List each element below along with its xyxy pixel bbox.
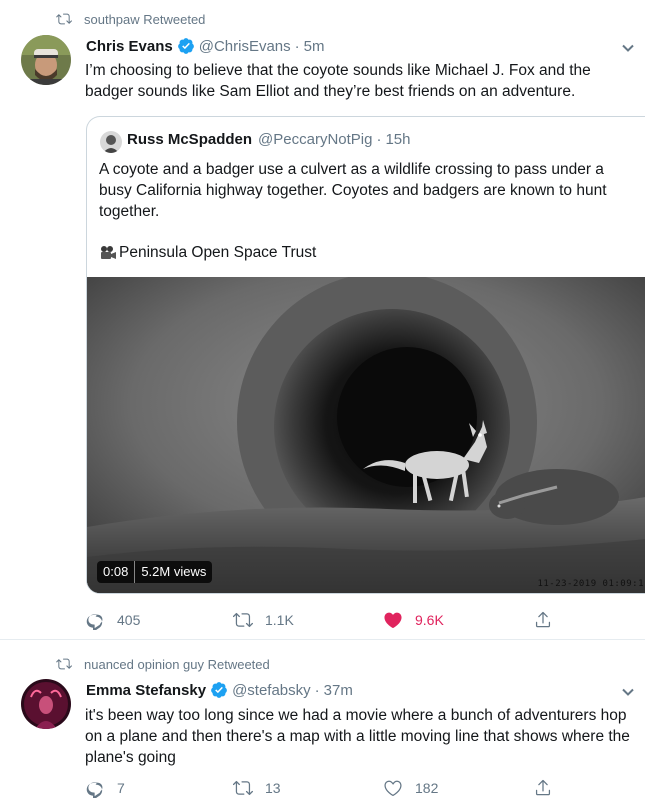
- retweet-button[interactable]: 1.1K: [233, 610, 294, 630]
- quoted-tweet[interactable]: Russ McSpadden @PeccaryNotPig · 15h A co…: [86, 116, 645, 594]
- quoted-author-handle: @PeccaryNotPig: [258, 131, 373, 148]
- separator-dot: ·: [376, 131, 382, 148]
- reply-count: 405: [117, 612, 141, 628]
- retweet-icon: [233, 780, 253, 796]
- retweet-count: 1.1K: [265, 612, 294, 628]
- tweet-emma-stefansky[interactable]: nuanced opinion guy Retweeted Emma Stefa…: [0, 641, 645, 809]
- like-count: 182: [415, 780, 439, 796]
- tweet-actions: 405 1.1K 9.6K: [85, 610, 565, 632]
- retweet-icon: [56, 658, 72, 670]
- tweet-chris-evans[interactable]: southpaw Retweeted Chris Evans @ChrisEva…: [0, 0, 645, 640]
- quoted-avatar-image: [100, 131, 122, 153]
- tweet-time[interactable]: 37m: [324, 682, 353, 699]
- heart-icon: [384, 612, 402, 629]
- author-handle[interactable]: @ChrisEvans: [199, 38, 291, 55]
- video-frame: [87, 277, 645, 593]
- quoted-source-label: Peninsula Open Space Trust: [119, 244, 317, 261]
- author-handle[interactable]: @stefabsky: [232, 682, 311, 699]
- quoted-author-name: Russ McSpadden: [127, 131, 253, 148]
- chevron-down-icon[interactable]: [621, 41, 635, 55]
- tweet-time[interactable]: 5m: [304, 38, 325, 55]
- avatar-image: [21, 35, 71, 85]
- tweet-header: Chris Evans @ChrisEvans · 5m: [86, 37, 324, 55]
- heart-icon: [384, 780, 402, 797]
- retweet-icon: [56, 13, 72, 25]
- retweet-count: 13: [265, 780, 281, 796]
- like-button[interactable]: 182: [383, 778, 438, 798]
- verified-badge-icon: [177, 38, 194, 54]
- share-button[interactable]: [533, 778, 565, 798]
- video-duration: 0:08: [103, 564, 129, 579]
- retweet-context-label: southpaw Retweeted: [84, 11, 206, 27]
- reply-count: 7: [117, 780, 125, 796]
- author-name[interactable]: Emma Stefansky: [86, 682, 206, 699]
- like-button[interactable]: 9.6K: [383, 610, 444, 630]
- share-icon: [535, 611, 551, 628]
- quoted-time: 15h: [385, 131, 411, 148]
- reply-icon: [86, 614, 103, 630]
- video-views: 5.2M views: [141, 564, 207, 579]
- retweet-button[interactable]: 13: [233, 778, 281, 798]
- reply-button[interactable]: 405: [85, 610, 140, 630]
- movie-camera-icon: [101, 245, 116, 259]
- tweet-header: Emma Stefansky @stefabsky · 37m: [86, 681, 353, 699]
- separator-dot: ·: [314, 681, 320, 699]
- retweet-icon: [233, 612, 253, 628]
- separator-dot: ·: [294, 37, 300, 55]
- quoted-header: Russ McSpadden @PeccaryNotPig · 15h: [127, 131, 411, 148]
- reply-icon: [86, 782, 103, 798]
- retweet-context[interactable]: nuanced opinion guy Retweeted: [56, 656, 270, 672]
- chevron-down-icon[interactable]: [621, 685, 635, 699]
- share-button[interactable]: [533, 610, 565, 630]
- like-count: 9.6K: [415, 612, 444, 628]
- quoted-avatar[interactable]: [100, 131, 122, 153]
- quoted-text: A coyote and a badger use a culvert as a…: [99, 161, 607, 220]
- avatar[interactable]: [21, 679, 71, 729]
- avatar-image: [21, 679, 71, 729]
- reply-button[interactable]: 7: [85, 778, 125, 798]
- retweet-context[interactable]: southpaw Retweeted: [56, 11, 205, 27]
- quoted-source: Peninsula Open Space Trust: [99, 242, 316, 263]
- tweet-text: it's been way too long since we had a mo…: [85, 707, 630, 766]
- avatar[interactable]: [21, 35, 71, 85]
- tweet-text: I’m choosing to believe that the coyote …: [85, 62, 591, 100]
- tweet-actions: 7 13 182: [85, 778, 565, 800]
- verified-badge-icon: [211, 682, 227, 698]
- retweet-context-label: nuanced opinion guy Retweeted: [84, 656, 270, 672]
- author-name[interactable]: Chris Evans: [86, 38, 173, 55]
- share-icon: [535, 779, 551, 796]
- video-player[interactable]: 0:08 5.2M views 11-23-2019 01:09:1: [87, 277, 645, 593]
- camera-timestamp: 11-23-2019 01:09:1: [537, 579, 644, 589]
- video-info-badge: 0:08 5.2M views: [97, 561, 213, 583]
